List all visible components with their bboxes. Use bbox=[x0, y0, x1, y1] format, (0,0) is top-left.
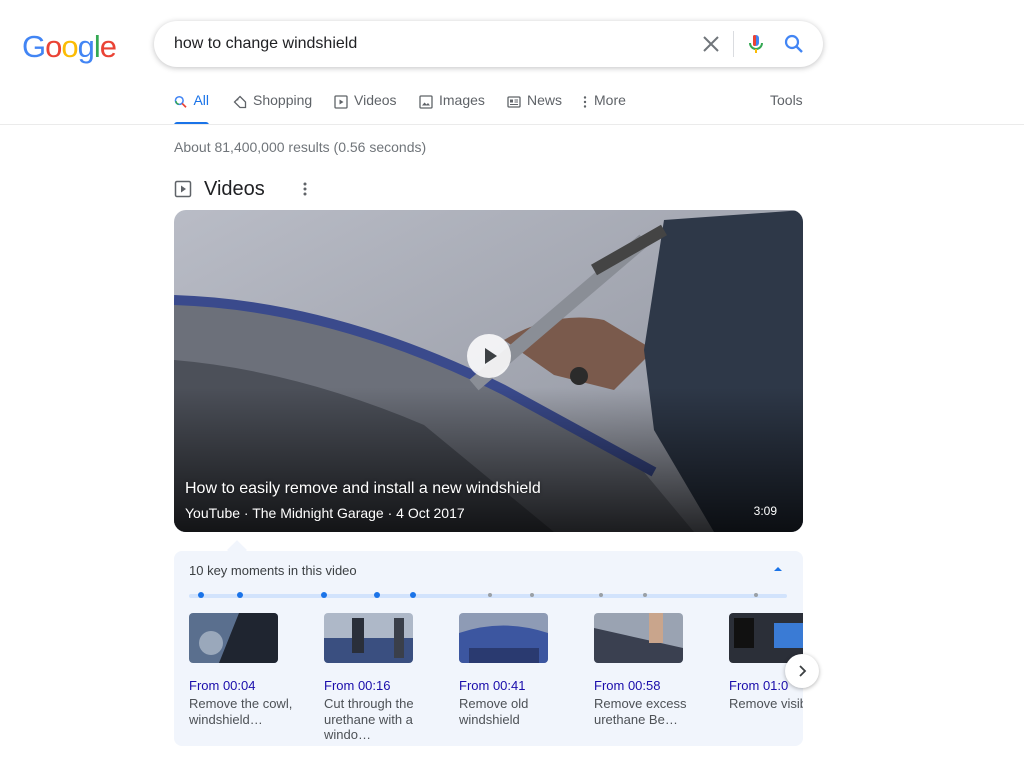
moment-description: Remove the cowl, windshield… bbox=[189, 696, 293, 727]
tab-divider bbox=[0, 124, 1024, 125]
close-icon[interactable] bbox=[698, 31, 724, 57]
google-logo[interactable]: Google bbox=[22, 29, 117, 65]
featured-video[interactable]: How to easily remove and install a new w… bbox=[174, 210, 803, 532]
timeline-marker[interactable] bbox=[374, 592, 381, 598]
timeline-marker[interactable] bbox=[197, 592, 204, 598]
search-icon[interactable] bbox=[782, 32, 806, 56]
video-duration: 3:09 bbox=[753, 504, 777, 518]
moment-description: Cut through the urethane with a windo… bbox=[324, 696, 414, 742]
key-moment-item[interactable]: From 00:41 Remove old windshield bbox=[459, 613, 569, 727]
tab-more[interactable]: More bbox=[582, 92, 626, 125]
tab-images[interactable]: Images bbox=[419, 92, 485, 125]
search-divider bbox=[733, 31, 734, 57]
videos-section-header: Videos bbox=[174, 176, 307, 202]
play-button[interactable] bbox=[467, 334, 511, 378]
moment-timestamp: From 00:16 bbox=[324, 678, 391, 693]
image-icon bbox=[419, 95, 433, 109]
search-box[interactable]: how to change windshield bbox=[154, 21, 823, 67]
tab-all[interactable]: All bbox=[174, 92, 209, 125]
search-tabs: All Shopping Videos Images News More Too… bbox=[174, 92, 814, 125]
play-box-icon bbox=[334, 95, 348, 109]
logo-letter: e bbox=[99, 29, 117, 64]
moment-description: Remove excess urethane Be… bbox=[594, 696, 687, 727]
timeline-marker[interactable] bbox=[410, 592, 417, 598]
timeline-marker[interactable] bbox=[598, 593, 603, 597]
timeline-marker[interactable] bbox=[754, 593, 759, 597]
logo-letter: o bbox=[61, 29, 78, 64]
tab-label: Videos bbox=[354, 92, 397, 108]
timeline-marker[interactable] bbox=[529, 593, 534, 597]
moment-thumbnail bbox=[189, 613, 278, 663]
key-moment-item[interactable]: From 00:16 Cut through the urethane with… bbox=[324, 613, 434, 743]
search-input[interactable]: how to change windshield bbox=[174, 35, 357, 53]
play-box-icon bbox=[174, 180, 192, 198]
moment-description: Remove old windshield bbox=[459, 696, 529, 727]
tab-videos[interactable]: Videos bbox=[334, 92, 397, 125]
key-moments-panel: 10 key moments in this video From 00:04 … bbox=[174, 551, 803, 746]
logo-letter: o bbox=[45, 29, 62, 64]
tab-shopping[interactable]: Shopping bbox=[233, 92, 312, 125]
key-moment-item[interactable]: From 00:58 Remove excess urethane Be… bbox=[594, 613, 704, 727]
chevron-right-icon bbox=[799, 665, 807, 677]
tab-label: News bbox=[527, 92, 563, 108]
video-meta: YouTube · The Midnight Garage · 4 Oct 20… bbox=[185, 505, 465, 521]
key-moments-title: 10 key moments in this video bbox=[189, 563, 357, 578]
result-stats: About 81,400,000 results (0.56 seconds) bbox=[174, 139, 427, 155]
moment-timestamp: From 00:41 bbox=[459, 678, 526, 693]
tag-icon bbox=[233, 95, 247, 109]
videos-heading: Videos bbox=[204, 177, 265, 200]
moment-thumbnail bbox=[729, 613, 803, 663]
microphone-icon[interactable] bbox=[744, 32, 768, 56]
timeline-marker[interactable] bbox=[236, 592, 243, 598]
tab-label: More bbox=[594, 92, 626, 108]
timeline-marker[interactable] bbox=[643, 593, 648, 597]
search-icon bbox=[174, 95, 187, 108]
timeline-marker[interactable] bbox=[320, 592, 327, 598]
logo-letter: g bbox=[77, 29, 95, 64]
key-moments-timeline[interactable] bbox=[189, 592, 787, 598]
moment-description: Remove visible dirt bbox=[729, 696, 803, 711]
play-icon bbox=[485, 348, 497, 364]
newspaper-icon bbox=[507, 96, 521, 108]
more-vert-icon[interactable] bbox=[298, 180, 312, 198]
moment-thumbnail bbox=[459, 613, 548, 663]
more-vert-icon bbox=[583, 96, 587, 108]
moment-thumbnail bbox=[594, 613, 683, 663]
video-title[interactable]: How to easily remove and install a new w… bbox=[185, 480, 541, 498]
tab-label: Shopping bbox=[253, 92, 313, 108]
key-moment-item[interactable]: From 00:04 Remove the cowl, windshield… bbox=[189, 613, 299, 727]
key-moments-carousel: From 00:04 Remove the cowl, windshield… … bbox=[174, 551, 803, 746]
moment-thumbnail bbox=[324, 613, 413, 663]
tools-label: Tools bbox=[770, 92, 803, 108]
tab-label: Images bbox=[439, 92, 485, 108]
timeline-marker[interactable] bbox=[487, 593, 492, 597]
carousel-next-button[interactable] bbox=[785, 654, 819, 688]
moment-timestamp: From 00:58 bbox=[594, 678, 661, 693]
tab-label: All bbox=[193, 92, 209, 108]
chevron-up-icon[interactable] bbox=[770, 561, 786, 577]
tab-news[interactable]: News bbox=[507, 92, 562, 125]
logo-letter: G bbox=[22, 29, 46, 64]
moment-timestamp: From 00:04 bbox=[189, 678, 256, 693]
tools-button[interactable]: Tools bbox=[770, 92, 803, 125]
